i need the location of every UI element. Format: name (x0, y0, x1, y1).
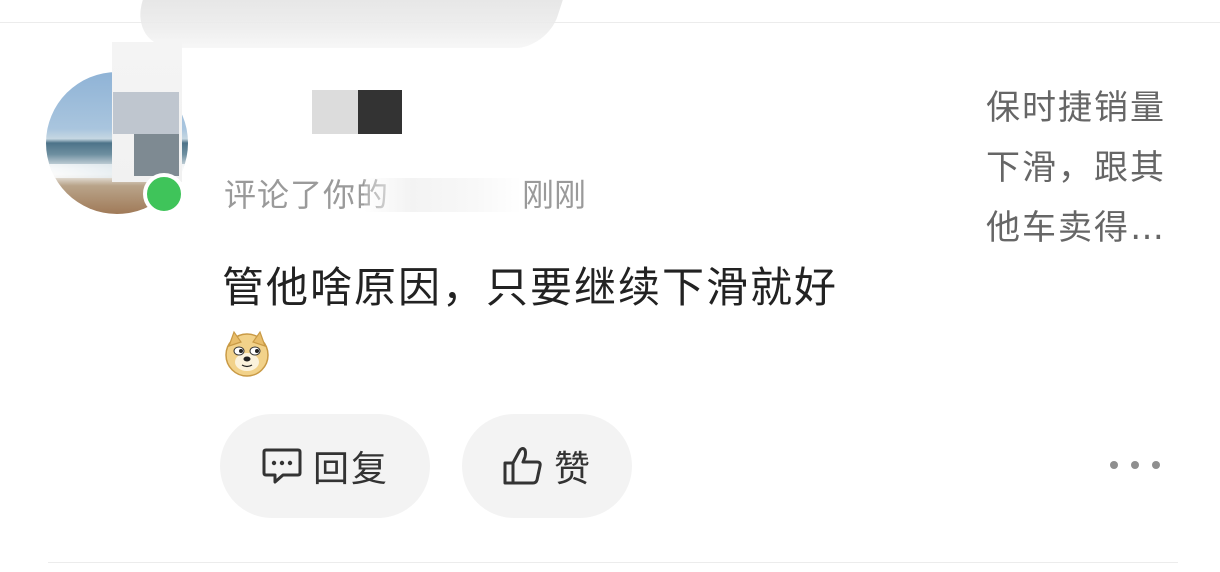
avatar-mosaic (113, 92, 179, 134)
article-preview-line: 他车卖得… (986, 208, 1166, 248)
more-dots-icon (1152, 461, 1160, 469)
username-redaction[interactable] (358, 90, 402, 134)
username-redaction[interactable] (312, 90, 358, 134)
doge-emoji-icon (225, 330, 269, 377)
avatar-mosaic (134, 134, 179, 176)
more-options-button[interactable] (1110, 450, 1160, 480)
like-button[interactable]: 赞 (462, 414, 632, 518)
meta-clip (224, 166, 604, 178)
more-dots-icon (1110, 461, 1118, 469)
thumbs-up-icon (503, 447, 542, 485)
like-label: 赞 (553, 449, 592, 490)
notification-meta: 评论了你的 刚刚 (224, 166, 604, 212)
online-status-dot (143, 173, 185, 215)
reply-button[interactable]: 回复 (220, 414, 430, 518)
article-preview-line: 保时捷销量 (986, 88, 1166, 128)
article-preview[interactable]: 保时捷销量 下滑，跟其 他车卖得… (986, 78, 1186, 258)
bottom-divider (48, 562, 1178, 563)
article-preview-line: 下滑，跟其 (986, 148, 1166, 188)
comment-notification-card: 评论了你的 刚刚 保时捷销量 下滑，跟其 他车卖得… 管他啥原因，只要继续下滑就… (0, 0, 1220, 572)
reply-label: 回复 (312, 449, 389, 490)
more-dots-icon (1131, 461, 1139, 469)
comment-text: 管他啥原因，只要继续下滑就好 (222, 263, 839, 312)
comment-bubble-icon (262, 448, 302, 484)
redaction-smear (127, 0, 563, 48)
